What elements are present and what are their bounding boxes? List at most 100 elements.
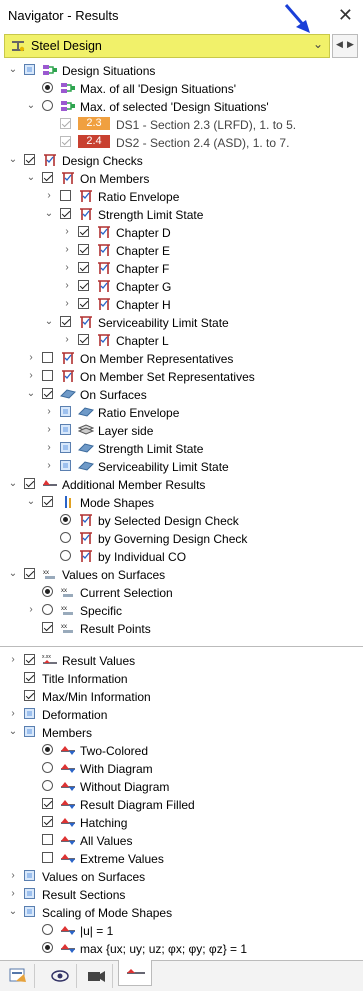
tree-item-amr[interactable]: ⌄ Additional Member Results (0, 476, 363, 494)
tree-item-vos-spec[interactable]: › xx Specific (0, 602, 363, 620)
radio-button[interactable] (42, 762, 53, 773)
chevron-right-icon[interactable]: › (44, 461, 54, 471)
chevron-left-icon[interactable]: ◀ (336, 39, 343, 50)
tree-item-vos-cur[interactable]: xx Current Selection (0, 584, 363, 602)
tree-item-ch-l[interactable]: › Chapter L (0, 332, 363, 350)
tree-item-mem-rdf[interactable]: Result Diagram Filled (0, 796, 363, 814)
tree-item-dc-om[interactable]: ⌄ On Members (0, 170, 363, 188)
chevron-right-icon[interactable]: › (44, 407, 54, 417)
chevron-right-icon[interactable]: › (62, 227, 72, 237)
checkbox[interactable] (60, 190, 71, 201)
video-tab[interactable] (80, 964, 113, 988)
checkbox[interactable] (78, 262, 89, 273)
tree-item-mem-av[interactable]: All Values (0, 832, 363, 850)
design-addon-combo[interactable]: Steel Design ⌄ (4, 34, 330, 58)
chevron-down-icon[interactable]: ⌄ (26, 497, 36, 507)
chevron-right-icon[interactable]: › (8, 709, 18, 719)
checkbox[interactable] (42, 370, 53, 381)
chevron-down-icon[interactable]: ⌄ (313, 37, 323, 51)
tree-item-ti[interactable]: Title Information (0, 670, 363, 688)
checkbox[interactable] (42, 816, 53, 827)
chevron-right-icon[interactable]: › (44, 191, 54, 201)
checkbox[interactable] (42, 852, 53, 863)
tree-item-ds[interactable]: ⌄ Design Situations (0, 62, 363, 80)
chevron-right-icon[interactable]: › (26, 371, 36, 381)
chevron-right-icon[interactable]: › (62, 281, 72, 291)
checkbox[interactable] (60, 208, 71, 219)
checkbox[interactable] (42, 496, 53, 507)
view-tab[interactable] (44, 964, 77, 988)
tree-item-dc-omr[interactable]: › On Member Representatives (0, 350, 363, 368)
tree-item-ch-e[interactable]: › Chapter E (0, 242, 363, 260)
checkbox[interactable] (78, 226, 89, 237)
checkbox[interactable] (42, 172, 53, 183)
data-tab[interactable] (2, 964, 35, 988)
chevron-right-icon[interactable]: › (62, 263, 72, 273)
tree-item-dc-om-sls[interactable]: ⌄ Strength Limit State (0, 206, 363, 224)
checkbox[interactable] (24, 672, 35, 683)
checkbox[interactable] (24, 726, 35, 737)
chevron-down-icon[interactable]: ⌄ (26, 173, 36, 183)
radio-button[interactable] (42, 924, 53, 935)
chevron-down-icon[interactable]: ⌄ (8, 569, 18, 579)
tree-item-dc-om-re[interactable]: › Ratio Envelope (0, 188, 363, 206)
tree-item-ds1[interactable]: 2.3 DS1 - Section 2.3 (LRFD), 1. to 5. (0, 116, 363, 134)
chevron-down-icon[interactable]: ⌄ (44, 317, 54, 327)
tree-item-amr-ms-ind[interactable]: by Individual CO (0, 548, 363, 566)
tree-item-mem-wd[interactable]: With Diagram (0, 760, 363, 778)
tree-item-ch-d[interactable]: › Chapter D (0, 224, 363, 242)
tree-item-amr-ms[interactable]: ⌄ Mode Shapes (0, 494, 363, 512)
checkbox[interactable] (24, 870, 35, 881)
chevron-right-icon[interactable]: › (26, 605, 36, 615)
checkbox[interactable] (78, 298, 89, 309)
checkbox[interactable] (42, 622, 53, 633)
tree-item-dc[interactable]: ⌄ Design Checks (0, 152, 363, 170)
checkbox[interactable] (78, 244, 89, 255)
chevron-right-icon[interactable]: › (8, 871, 18, 881)
tree-item-amr-ms-sel[interactable]: by Selected Design Check (0, 512, 363, 530)
tree-item-mem-ev[interactable]: Extreme Values (0, 850, 363, 868)
checkbox[interactable] (24, 708, 35, 719)
checkbox[interactable] (60, 118, 71, 129)
chevron-right-icon[interactable]: ▶ (347, 39, 354, 50)
radio-button[interactable] (60, 550, 71, 561)
chevron-right-icon[interactable]: › (8, 655, 18, 665)
tree-item-mm[interactable]: Max/Min Information (0, 688, 363, 706)
radio-button[interactable] (60, 532, 71, 543)
tree-item-rv[interactable]: › x.xx Result Values (0, 652, 363, 670)
close-icon[interactable]: ✕ (338, 5, 353, 26)
checkbox[interactable] (42, 352, 53, 363)
chevron-down-icon[interactable]: ⌄ (26, 389, 36, 399)
checkbox[interactable] (60, 136, 71, 147)
tree-item-dc-os[interactable]: ⌄ On Surfaces (0, 386, 363, 404)
checkbox[interactable] (24, 888, 35, 899)
chevron-down-icon[interactable]: ⌄ (44, 209, 54, 219)
radio-button[interactable] (42, 942, 53, 953)
tree-item-dc-os-svc[interactable]: › Serviceability Limit State (0, 458, 363, 476)
radio-button[interactable] (42, 744, 53, 755)
chevron-down-icon[interactable]: ⌄ (8, 155, 18, 165)
tree-item-dc-om-svc[interactable]: ⌄ Serviceability Limit State (0, 314, 363, 332)
radio-button[interactable] (42, 604, 53, 615)
radio-button[interactable] (60, 514, 71, 525)
radio-button[interactable] (42, 100, 53, 111)
chevron-down-icon[interactable]: ⌄ (8, 65, 18, 75)
tree-item-sms-u[interactable]: |u| = 1 (0, 922, 363, 940)
tree-item-ch-g[interactable]: › Chapter G (0, 278, 363, 296)
tree-item-ds-max-all[interactable]: Max. of all 'Design Situations' (0, 80, 363, 98)
tree-item-def[interactable]: › Deformation (0, 706, 363, 724)
checkbox[interactable] (60, 424, 71, 435)
checkbox[interactable] (24, 654, 35, 665)
chevron-right-icon[interactable]: › (62, 245, 72, 255)
combo-nav-buttons[interactable]: ◀ ▶ (332, 34, 358, 58)
results-tab[interactable] (118, 960, 152, 986)
tree-item-mem-2c[interactable]: Two-Colored (0, 742, 363, 760)
tree-item-ds2[interactable]: 2.4 DS2 - Section 2.4 (ASD), 1. to 7. (0, 134, 363, 152)
radio-button[interactable] (42, 586, 53, 597)
tree-item-mem-wod[interactable]: Without Diagram (0, 778, 363, 796)
tree-item-dc-os-sls[interactable]: › Strength Limit State (0, 440, 363, 458)
chevron-right-icon[interactable]: › (8, 889, 18, 899)
checkbox[interactable] (24, 64, 35, 75)
tree-item-dc-os-re[interactable]: › Ratio Envelope (0, 404, 363, 422)
tree-item-dc-omsr[interactable]: › On Member Set Representatives (0, 368, 363, 386)
